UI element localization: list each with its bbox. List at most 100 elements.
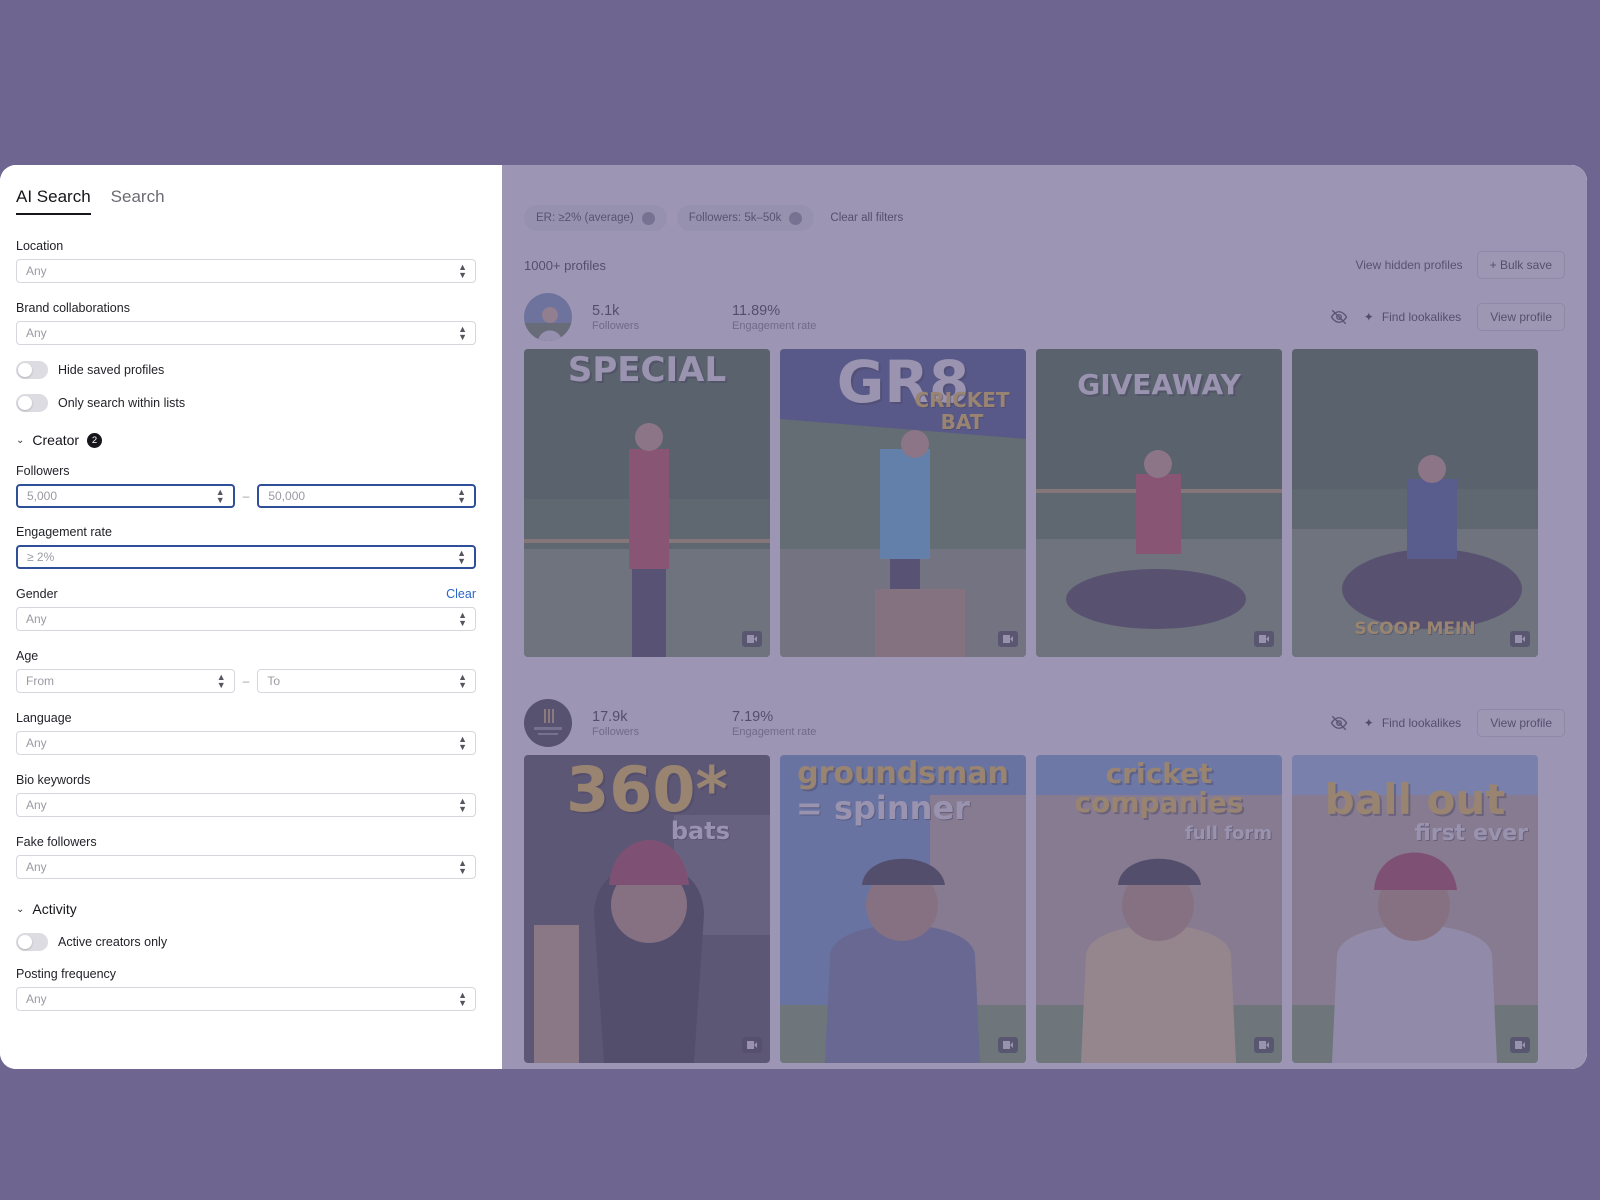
video-icon (1254, 631, 1274, 647)
video-icon (1510, 631, 1530, 647)
tab-ai-search[interactable]: AI Search (16, 187, 91, 215)
followers-max-input[interactable]: 50,000 ▲ ▼ (257, 484, 476, 508)
hide-saved-toggle[interactable] (16, 361, 48, 379)
avatar[interactable] (524, 293, 572, 341)
followers-stat: 17.9k Followers (592, 709, 712, 738)
thumbnail-subtitle: = spinner (796, 789, 970, 827)
sort-icon: ▲ ▼ (215, 487, 225, 505)
language-label: Language (16, 711, 72, 725)
location-value: Any (26, 264, 47, 278)
results-panel: ER: ≥2% (average) Followers: 5k–50k Clea… (502, 165, 1587, 1069)
engagement-value: 7.19% (732, 708, 774, 725)
range-dash: – (242, 674, 250, 688)
search-tabs: AI Search Search (16, 187, 476, 215)
age-from-select[interactable]: From ▲ ▼ (16, 669, 235, 693)
engagement-label: Engagement rate (16, 525, 112, 539)
fake-followers-value: Any (26, 860, 47, 874)
only-lists-toggle[interactable] (16, 394, 48, 412)
engagement-value: 11.89% (732, 302, 781, 319)
engagement-stat: 11.89% Engagement rate (732, 303, 872, 332)
post-thumbnail[interactable]: GIVEAWAY (1036, 349, 1282, 657)
brand-select[interactable]: Any ▲ ▼ (16, 321, 476, 345)
sort-icon: ▲ ▼ (458, 990, 467, 1008)
thumbnail-subtitle: CRICKET BAT (914, 388, 1010, 434)
video-icon (1510, 1037, 1530, 1053)
active-only-toggle[interactable] (16, 933, 48, 951)
language-select[interactable]: Any ▲ ▼ (16, 731, 476, 755)
age-to-select[interactable]: To ▲ ▼ (257, 669, 476, 693)
close-icon[interactable] (641, 211, 655, 225)
post-thumbnail[interactable]: GR8 CRICKET BAT (780, 349, 1026, 657)
post-thumbnail[interactable]: groundsman = spinner (780, 755, 1026, 1063)
bio-label: Bio keywords (16, 773, 91, 787)
sort-icon: ▲ ▼ (458, 734, 467, 752)
bio-filter: Bio keywords Any ▲ ▼ (16, 773, 476, 817)
filter-chip-followers[interactable]: Followers: 5k–50k (676, 205, 815, 231)
results-header: 1000+ profiles View hidden profiles + Bu… (524, 251, 1565, 279)
thumbnail-subtitle: bats (670, 817, 730, 845)
find-lookalikes-button[interactable]: ✦ Find lookalikes (1364, 310, 1461, 324)
clear-all-filters-link[interactable]: Clear all filters (830, 212, 903, 224)
avatar[interactable] (524, 699, 572, 747)
posting-frequency-select[interactable]: Any ▲ ▼ (16, 987, 476, 1011)
followers-min-input[interactable]: 5,000 ▲ ▼ (16, 484, 235, 508)
eye-off-icon[interactable] (1330, 308, 1348, 326)
find-lookalikes-button[interactable]: ✦ Find lookalikes (1364, 716, 1461, 730)
post-thumbnail[interactable]: SPECIAL (524, 349, 770, 657)
sort-icon: ▲ ▼ (458, 324, 467, 342)
post-thumbnail[interactable]: cricket companies full form (1036, 755, 1282, 1063)
view-profile-button[interactable]: View profile (1477, 709, 1565, 737)
app-window: AI Search Search Location Any ▲ ▼ Brand c… (0, 165, 1587, 1069)
fake-followers-select[interactable]: Any ▲ ▼ (16, 855, 476, 879)
profile-card: 5.1k Followers 11.89% Engagement rate ✦ … (524, 293, 1565, 657)
sparkle-icon: ✦ (1363, 310, 1374, 324)
tab-search[interactable]: Search (111, 187, 165, 215)
chevron-down-icon: ⌄ (16, 434, 25, 446)
thumbnail-title: 360* (566, 755, 728, 826)
engagement-select[interactable]: ≥ 2% ▲ ▼ (16, 545, 476, 569)
sort-icon: ▲ ▼ (458, 858, 467, 876)
followers-value: 17.9k (592, 708, 628, 725)
close-icon[interactable] (789, 211, 803, 225)
location-label: Location (16, 239, 64, 253)
followers-max-value: 50,000 (268, 489, 306, 503)
activity-section-toggle[interactable]: ⌄ Activity (16, 901, 476, 917)
filter-chip-followers-label: Followers: 5k–50k (688, 212, 782, 224)
posting-frequency-filter: Posting frequency Any ▲ ▼ (16, 967, 476, 1011)
filter-chip-er[interactable]: ER: ≥2% (average) (524, 205, 667, 231)
bio-value: Any (26, 798, 47, 812)
thumbnail-title: groundsman (797, 756, 1009, 791)
eye-off-icon[interactable] (1330, 714, 1348, 732)
age-from-value: From (26, 674, 54, 688)
gender-clear-link[interactable]: Clear (446, 587, 476, 601)
bio-keywords-select[interactable]: Any ▲ ▼ (16, 793, 476, 817)
thumbnail-subtitle: SCOOP MEIN (1354, 619, 1476, 639)
chevron-down-icon: ⌄ (16, 903, 25, 915)
fake-followers-label: Fake followers (16, 835, 97, 849)
post-thumbnail[interactable]: ball out first ever (1292, 755, 1538, 1063)
profile-card: 17.9k Followers 7.19% Engagement rate ✦ … (524, 699, 1565, 1063)
range-dash: – (242, 489, 250, 503)
only-lists-row: Only search within lists (16, 394, 476, 412)
sort-icon: ▲ ▼ (457, 487, 466, 505)
bulk-save-button[interactable]: + Bulk save (1476, 251, 1565, 279)
creator-section-toggle[interactable]: ⌄ Creator 2 (16, 432, 476, 448)
gender-select[interactable]: Any ▲ ▼ (16, 607, 476, 631)
active-filter-chips: ER: ≥2% (average) Followers: 5k–50k Clea… (524, 205, 1565, 231)
sort-icon: ▲ ▼ (457, 548, 466, 566)
location-select[interactable]: Any ▲ ▼ (16, 259, 476, 283)
active-only-label: Active creators only (58, 935, 168, 949)
engagement-filter: Engagement rate ≥ 2% ▲ ▼ (16, 525, 476, 569)
posting-frequency-label: Posting frequency (16, 967, 117, 981)
post-thumbnail[interactable]: 360* bats (524, 755, 770, 1063)
gender-value: Any (26, 612, 47, 626)
view-profile-button[interactable]: View profile (1477, 303, 1565, 331)
post-thumbnail[interactable]: SCOOP MEIN (1292, 349, 1538, 657)
thumbnail-subtitle: first ever (1414, 821, 1528, 846)
active-only-row: Active creators only (16, 933, 476, 951)
sort-icon: ▲ ▼ (458, 610, 467, 628)
posting-frequency-value: Any (26, 992, 47, 1006)
gender-filter: Gender Clear Any ▲ ▼ (16, 587, 476, 631)
view-hidden-profiles-button[interactable]: View hidden profiles (1355, 258, 1462, 272)
sort-icon: ▲ ▼ (458, 672, 467, 690)
